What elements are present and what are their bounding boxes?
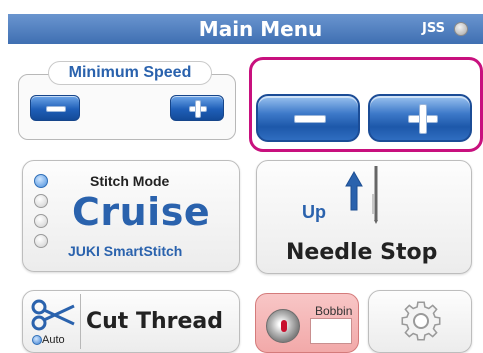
jss-label: JSS [422, 21, 445, 36]
stitch-mode-radio-4[interactable] [34, 234, 48, 248]
speed-increase-button[interactable] [368, 94, 472, 142]
speed-decrease-button[interactable] [256, 94, 360, 142]
stitch-mode-radio-1[interactable] [34, 174, 48, 188]
needle-stop-label: Needle Stop [286, 240, 438, 265]
cut-thread-divider [80, 294, 81, 349]
bobbin-label: Bobbin [315, 304, 353, 318]
jss-indicator-icon[interactable] [454, 22, 468, 36]
auto-label: Auto [42, 334, 65, 346]
page-title: Main Menu [198, 17, 323, 41]
gear-icon [401, 301, 441, 341]
needle-position-label: Up [302, 202, 326, 222]
cut-thread-label: Cut Thread [86, 309, 224, 334]
bobbin-counter-window [310, 318, 352, 344]
stitch-mode-value: Cruise [72, 190, 211, 234]
stitch-mode-radio-3[interactable] [34, 214, 48, 228]
bobbin-icon [266, 309, 300, 343]
stitch-mode-radio-2[interactable] [34, 194, 48, 208]
stitch-mode-subtitle: JUKI SmartStitch [68, 243, 183, 259]
minimum-speed-increase-button[interactable] [170, 95, 224, 121]
minimum-speed-decrease-button[interactable] [30, 95, 80, 121]
title-bar: Main Menu JSS [8, 14, 483, 44]
auto-indicator-icon[interactable] [32, 335, 42, 345]
minimum-speed-label: Minimum Speed [48, 61, 212, 85]
scissors-icon [31, 299, 75, 331]
stitch-mode-title: Stitch Mode [90, 173, 170, 189]
arrow-up-icon [345, 166, 378, 224]
